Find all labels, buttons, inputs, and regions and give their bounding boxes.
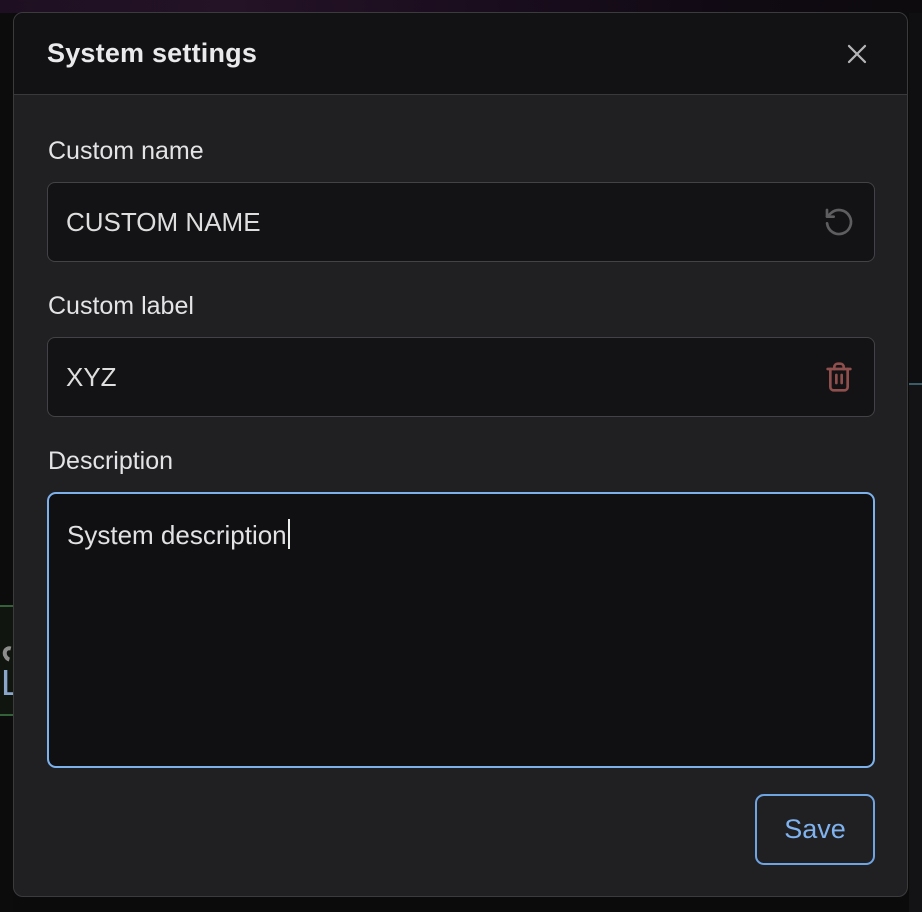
close-button[interactable] [837,34,877,74]
delete-custom-label-button[interactable] [817,355,861,399]
description-label: Description [48,445,875,477]
custom-name-input[interactable] [47,182,875,262]
background-peek-text: L [1,665,13,701]
save-button[interactable]: Save [755,794,875,865]
close-icon [841,38,873,70]
dialog-header: System settings [14,13,907,95]
custom-label-label: Custom label [48,290,875,322]
dialog-body: Custom name Custom label [14,95,907,897]
custom-name-row [47,182,875,262]
trash-icon [823,361,855,393]
background-left-card: L [0,605,13,716]
dialog-footer: Save [47,794,875,865]
background-right-sliver [909,13,922,912]
custom-name-label: Custom name [48,135,875,167]
background-right-lower [909,385,922,912]
dialog-title: System settings [47,38,257,69]
description-text: System description [67,520,287,550]
description-textarea[interactable]: System description [47,492,875,768]
system-settings-dialog: System settings Custom name Custo [13,12,908,897]
custom-label-input[interactable] [47,337,875,417]
reset-custom-name-button[interactable] [817,200,861,244]
custom-label-row [47,337,875,417]
reset-icon [823,206,855,238]
background-left-sliver: L [0,13,13,912]
text-cursor [288,519,290,549]
